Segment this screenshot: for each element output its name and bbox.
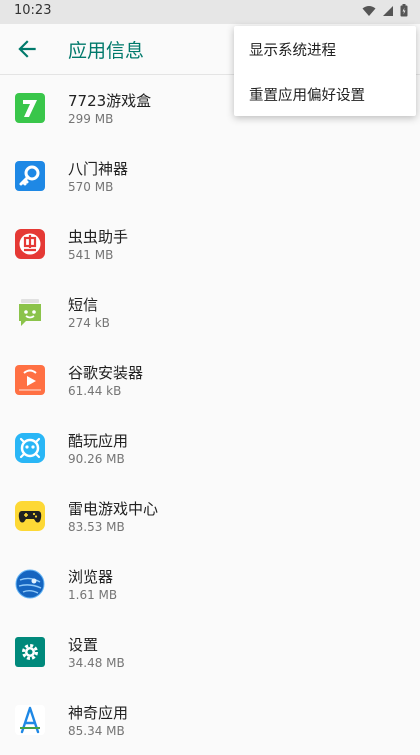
app-name: 谷歌安装器 [68, 364, 144, 382]
app-name: 7723游戏盒 [68, 92, 152, 110]
status-bar: 10:23 [0, 0, 420, 24]
signal-icon [383, 5, 393, 16]
app-item-bamenshenqi[interactable]: 八门神器 570 MB [0, 143, 420, 211]
app-item-sms[interactable]: 短信 274 kB [0, 279, 420, 347]
app-name: 神奇应用 [68, 704, 129, 722]
app-size: 83.53 MB [68, 520, 125, 534]
app-list: 7723游戏盒 299 MB 八门神器 570 MB 虫虫助手 541 MB 短… [0, 75, 420, 755]
app-item-kuwan[interactable]: 酷玩应用 90.26 MB [0, 415, 420, 483]
app-size: 299 MB [68, 112, 114, 126]
battery-icon [400, 4, 408, 17]
app-item-leidian[interactable]: 雷电游戏中心 83.53 MB [0, 483, 420, 551]
settings-gear-icon [15, 637, 45, 667]
google-installer-icon [15, 365, 45, 395]
back-arrow-icon[interactable] [14, 36, 40, 62]
app-size: 1.61 MB [68, 588, 118, 602]
gamepad-icon [15, 501, 45, 531]
overflow-menu: 显示系统进程 重置应用偏好设置 [234, 26, 416, 116]
app-item-settings[interactable]: 设置 34.48 MB [0, 619, 420, 687]
app-name: 虫虫助手 [68, 228, 129, 246]
app-name: 浏览器 [68, 568, 114, 586]
kuwan-app-icon [15, 433, 45, 463]
menu-item-label: 重置应用偏好设置 [249, 88, 365, 104]
app-name: 设置 [68, 636, 99, 654]
app-name: 酷玩应用 [68, 432, 129, 450]
app-size: 570 MB [68, 180, 114, 194]
menu-item-show-system[interactable]: 显示系统进程 [234, 26, 416, 71]
status-icons [362, 4, 408, 17]
menu-item-reset-preferences[interactable]: 重置应用偏好设置 [234, 71, 416, 116]
app-item-browser[interactable]: 浏览器 1.61 MB [0, 551, 420, 619]
app-name: 八门神器 [68, 160, 129, 178]
wifi-icon [362, 5, 376, 16]
messaging-icon [19, 299, 41, 326]
app-size: 90.26 MB [68, 452, 125, 466]
app-size: 34.48 MB [68, 656, 125, 670]
app-size: 274 kB [68, 316, 110, 330]
bug-helper-icon [15, 229, 45, 259]
browser-icon [15, 569, 45, 599]
app-item-magic[interactable]: 神奇应用 85.34 MB [0, 687, 420, 755]
app-size: 85.34 MB [68, 724, 125, 738]
app-name: 短信 [68, 296, 99, 314]
game-box-icon [15, 93, 45, 123]
key-tool-icon [15, 161, 45, 191]
page-title: 应用信息 [68, 40, 145, 62]
app-size: 541 MB [68, 248, 114, 262]
app-item-chongchong[interactable]: 虫虫助手 541 MB [0, 211, 420, 279]
app-item-google-installer[interactable]: 谷歌安装器 61.44 kB [0, 347, 420, 415]
menu-item-label: 显示系统进程 [249, 43, 336, 59]
app-name: 雷电游戏中心 [68, 500, 159, 518]
magic-app-icon [15, 705, 45, 735]
app-size: 61.44 kB [68, 384, 122, 398]
status-time: 10:23 [14, 3, 52, 18]
